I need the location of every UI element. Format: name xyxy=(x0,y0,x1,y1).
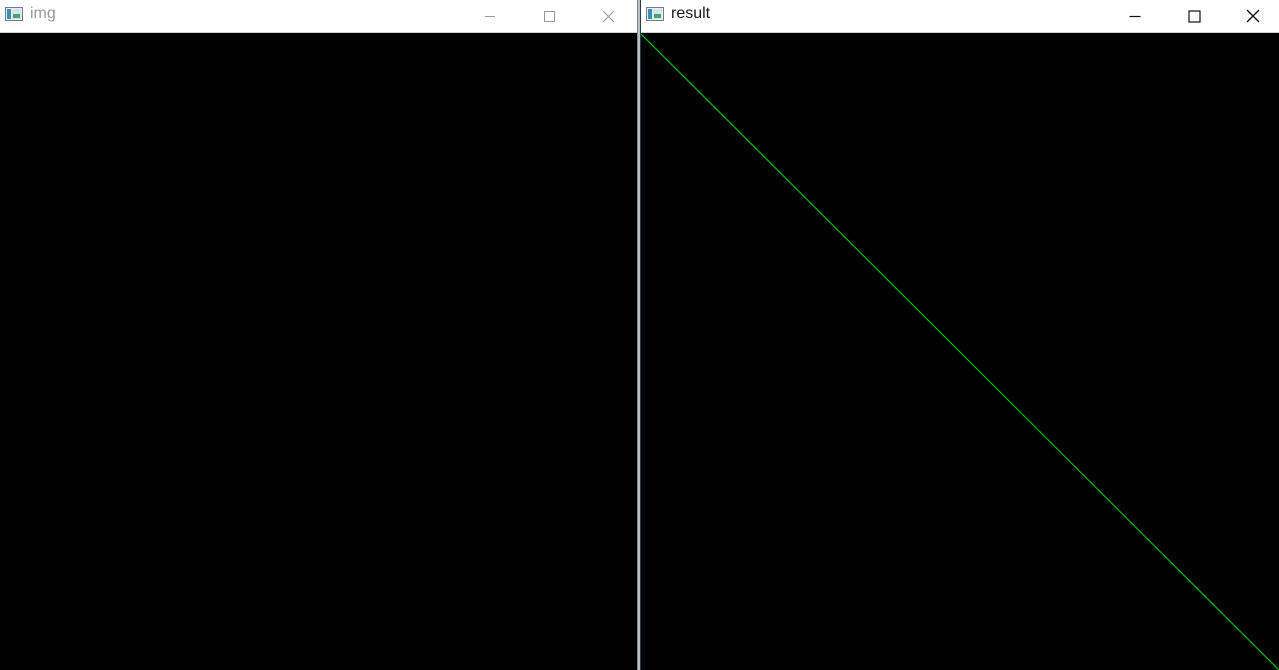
window-title: img xyxy=(30,5,56,22)
maximize-button[interactable] xyxy=(1171,0,1217,32)
image-canvas[interactable] xyxy=(0,34,637,670)
maximize-icon xyxy=(544,11,555,22)
close-button[interactable] xyxy=(585,0,631,32)
minimize-button[interactable] xyxy=(467,0,513,32)
minimize-button[interactable] xyxy=(1112,0,1158,32)
maximize-button[interactable] xyxy=(526,0,572,32)
img-titlebar[interactable]: img xyxy=(0,0,637,33)
result-titlebar[interactable]: result xyxy=(641,0,1279,33)
close-icon xyxy=(602,10,614,22)
minimize-icon xyxy=(1129,15,1141,18)
result-canvas[interactable] xyxy=(641,34,1279,670)
app-window-icon xyxy=(646,7,664,21)
app-window-icon xyxy=(5,7,23,21)
window-title: result xyxy=(671,5,711,22)
img-window[interactable]: img xyxy=(0,0,637,670)
close-button[interactable] xyxy=(1230,0,1276,32)
minimize-icon xyxy=(485,16,495,17)
diagonal-line xyxy=(641,34,1279,670)
result-window[interactable]: result xyxy=(641,0,1279,670)
maximize-icon xyxy=(1187,9,1201,23)
close-icon xyxy=(1246,9,1260,23)
result-image xyxy=(641,34,1279,670)
